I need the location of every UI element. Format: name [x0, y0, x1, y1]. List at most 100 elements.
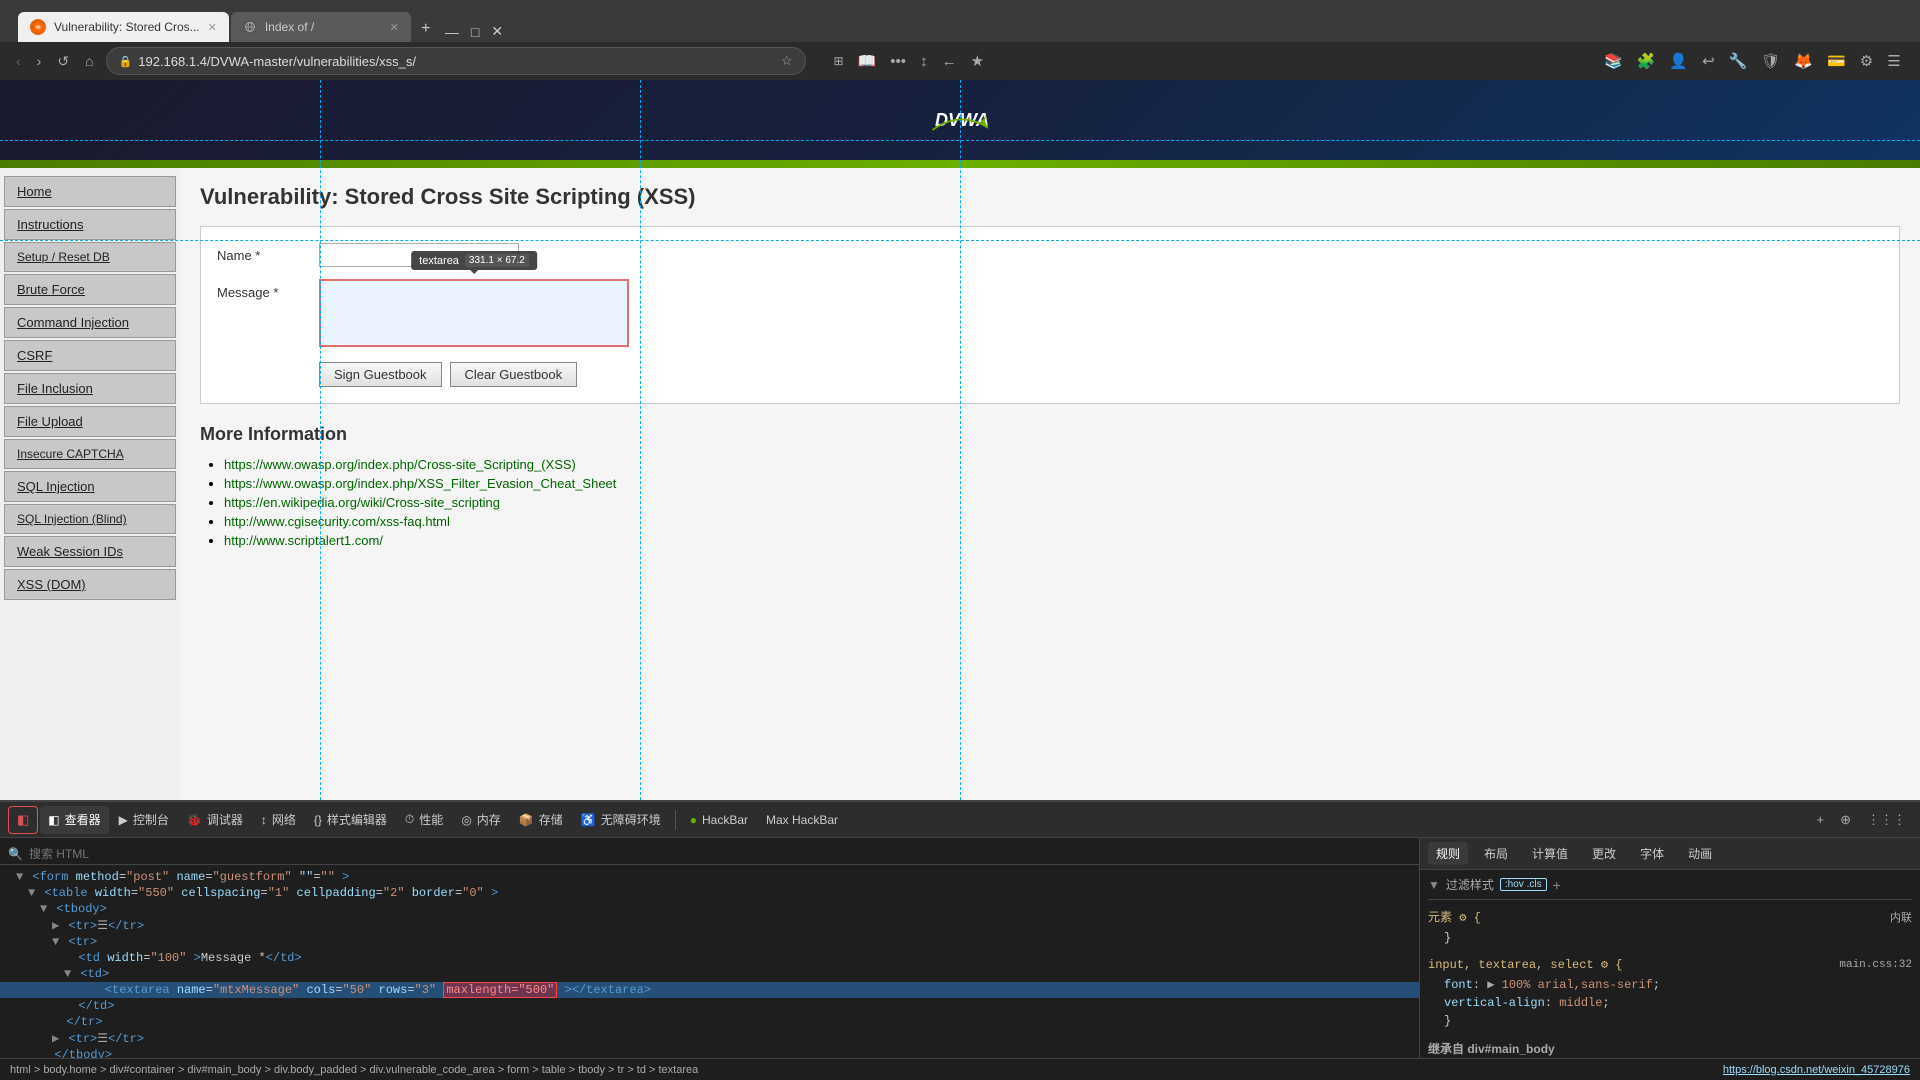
- message-textarea[interactable]: [319, 279, 629, 347]
- html-line-4: <tr>☰</tr>: [0, 917, 1419, 934]
- info-link-2[interactable]: https://www.owasp.org/index.php/XSS_Filt…: [224, 476, 616, 491]
- library-icon[interactable]: 📚: [1600, 50, 1627, 72]
- css-tab-computed[interactable]: 计算值: [1524, 842, 1576, 865]
- devtools-inspector-btn[interactable]: ◧: [8, 806, 38, 834]
- back-button[interactable]: ‹: [12, 51, 25, 71]
- filter-pseudo-badge[interactable]: :hov .cls: [1500, 878, 1547, 891]
- sidebar-item-brute-force[interactable]: Brute Force: [4, 274, 176, 305]
- account-icon[interactable]: 👤: [1665, 50, 1692, 72]
- sidebar-item-insecure-captcha[interactable]: Insecure CAPTCHA: [4, 439, 176, 469]
- devtools-add-btn[interactable]: +: [1811, 810, 1831, 829]
- css-tab-layout[interactable]: 布局: [1476, 842, 1516, 865]
- collections-icon[interactable]: ⊞: [830, 52, 848, 70]
- settings-icon[interactable]: ⚙: [1856, 50, 1877, 72]
- style-label: 样式编辑器: [327, 811, 387, 828]
- dvwa-logo-svg: DVWA: [930, 95, 990, 145]
- sidebar-item-command-injection[interactable]: Command Injection: [4, 307, 176, 338]
- maximize-button[interactable]: □: [467, 22, 483, 42]
- addon-icon[interactable]: 🦊: [1790, 50, 1817, 72]
- clear-guestbook-button[interactable]: Clear Guestbook: [450, 362, 578, 387]
- info-link-3[interactable]: https://en.wikipedia.org/wiki/Cross-site…: [224, 495, 500, 510]
- sidebar-item-weak-session[interactable]: Weak Session IDs: [4, 536, 176, 567]
- devtools-maxhackbar-btn[interactable]: Max HackBar: [758, 806, 846, 834]
- info-link-4[interactable]: http://www.cgisecurity.com/xss-faq.html: [224, 514, 450, 529]
- css-selector-element: 元素 ⚙ {: [1428, 908, 1481, 925]
- devtools-target-btn[interactable]: ⊕: [1834, 810, 1857, 830]
- sidebar-item-sql-injection[interactable]: SQL Injection: [4, 471, 176, 502]
- star-icon[interactable]: ★: [967, 50, 988, 72]
- devtools-console-btn[interactable]: ▶ 控制台: [111, 806, 177, 834]
- triangle-tbody[interactable]: [40, 902, 47, 916]
- devtools-more-btn[interactable]: ⋮⋮⋮: [1861, 810, 1912, 830]
- info-link-1[interactable]: https://www.owasp.org/index.php/Cross-si…: [224, 457, 576, 472]
- menu-icon[interactable]: ☰: [1883, 50, 1904, 72]
- devtools-viewer-btn[interactable]: ◧ 查看器: [40, 806, 108, 834]
- tab-index[interactable]: Index of / ✕: [231, 12, 411, 42]
- wallet-icon[interactable]: 💳: [1823, 50, 1850, 72]
- address-field[interactable]: 🔒 192.168.1.4/DVWA-master/vulnerabilitie…: [106, 47, 806, 75]
- textarea-wrapper: textarea 331.1 × 67.2: [319, 279, 629, 350]
- forward-button[interactable]: ›: [33, 51, 46, 71]
- close-browser-button[interactable]: ✕: [487, 21, 507, 42]
- html-line-8[interactable]: <textarea name="mtxMessage" cols="50" ro…: [0, 982, 1419, 998]
- devtools-network-btn[interactable]: ↕ 网络: [253, 806, 304, 834]
- css-tab-rules[interactable]: 规则: [1428, 842, 1468, 865]
- sidebar-item-file-inclusion[interactable]: File Inclusion: [4, 373, 176, 404]
- devtools-style-btn[interactable]: {} 样式编辑器: [306, 806, 395, 834]
- back-icon[interactable]: ←: [938, 51, 961, 72]
- html-line-11: <tr>☰</tr>: [0, 1030, 1419, 1047]
- triangle-tr2[interactable]: [52, 935, 59, 949]
- html-line-10: </tr>: [0, 1014, 1419, 1030]
- refresh-button[interactable]: ↺: [53, 51, 73, 72]
- sync-icon[interactable]: ↕: [916, 51, 932, 72]
- devtools-hackbar-btn[interactable]: ● HackBar: [682, 806, 756, 834]
- devtools-a11y-btn[interactable]: ♿ 无障碍环境: [573, 806, 669, 834]
- new-tab-button[interactable]: +: [413, 16, 439, 42]
- sidebar-item-file-upload[interactable]: File Upload: [4, 406, 176, 437]
- bookmark-icon[interactable]: ☆: [781, 53, 793, 69]
- history-icon[interactable]: ↩: [1698, 50, 1719, 72]
- reader-icon[interactable]: 📖: [854, 50, 881, 72]
- devtools-storage-btn[interactable]: 📦 存储: [511, 806, 571, 834]
- html-line-2: <table width="550" cellspacing="1" cellp…: [0, 885, 1419, 901]
- devtools-right-controls: + ⊕ ⋮⋮⋮: [1811, 810, 1913, 830]
- storage-label: 存储: [539, 811, 563, 828]
- html-line-5: <tr>: [0, 934, 1419, 950]
- sidebar-item-sql-blind[interactable]: SQL Injection (Blind): [4, 504, 176, 534]
- css-add-rule-btn[interactable]: +: [1553, 877, 1561, 893]
- minimize-button[interactable]: —: [441, 22, 463, 42]
- dots-icon[interactable]: •••: [886, 51, 910, 72]
- info-links: https://www.owasp.org/index.php/Cross-si…: [200, 457, 1900, 548]
- triangle-td[interactable]: [64, 967, 71, 981]
- address-actions: ☆: [781, 53, 793, 69]
- extensions-icon[interactable]: 🧩: [1633, 50, 1660, 72]
- devtools-icon[interactable]: 🔧: [1725, 50, 1752, 72]
- hackbar-label: HackBar: [702, 813, 748, 827]
- shield-icon[interactable]: 🛡: [1757, 50, 1784, 72]
- info-link-5[interactable]: http://www.scriptalert1.com/: [224, 533, 383, 548]
- sidebar-item-home[interactable]: Home: [4, 176, 176, 207]
- console-icon: ▶: [119, 813, 128, 827]
- search-html-input[interactable]: [29, 847, 179, 861]
- css-tab-animation[interactable]: 动画: [1680, 842, 1720, 865]
- sidebar-item-setup[interactable]: Setup / Reset DB: [4, 242, 176, 272]
- css-tab-changes[interactable]: 更改: [1584, 842, 1624, 865]
- tab-close-1[interactable]: ✕: [208, 21, 217, 34]
- sidebar-item-csrf[interactable]: CSRF: [4, 340, 176, 371]
- tab-xss[interactable]: Vulnerability: Stored Cros... ✕: [18, 12, 229, 42]
- sidebar-item-instructions[interactable]: Instructions: [4, 209, 176, 240]
- triangle-form[interactable]: [16, 870, 23, 884]
- sign-guestbook-button[interactable]: Sign Guestbook: [319, 362, 442, 387]
- status-link[interactable]: https://blog.csdn.net/weixin_45728976: [1723, 1064, 1910, 1076]
- home-button[interactable]: ⌂: [81, 51, 97, 71]
- devtools-debugger-btn[interactable]: 🐞 调试器: [179, 806, 251, 834]
- triangle-table[interactable]: [28, 886, 35, 900]
- tab-title-1: Vulnerability: Stored Cros...: [54, 20, 200, 34]
- css-tab-fonts[interactable]: 字体: [1632, 842, 1672, 865]
- sidebar-item-xss-dom[interactable]: XSS (DOM): [4, 569, 176, 600]
- triangle-tr3[interactable]: [52, 1032, 59, 1046]
- devtools-memory-btn[interactable]: ◎ 内存: [453, 806, 509, 834]
- devtools-perf-btn[interactable]: ⏱ 性能: [397, 806, 451, 834]
- tab-close-2[interactable]: ✕: [390, 21, 399, 34]
- triangle-tr1[interactable]: [52, 919, 59, 933]
